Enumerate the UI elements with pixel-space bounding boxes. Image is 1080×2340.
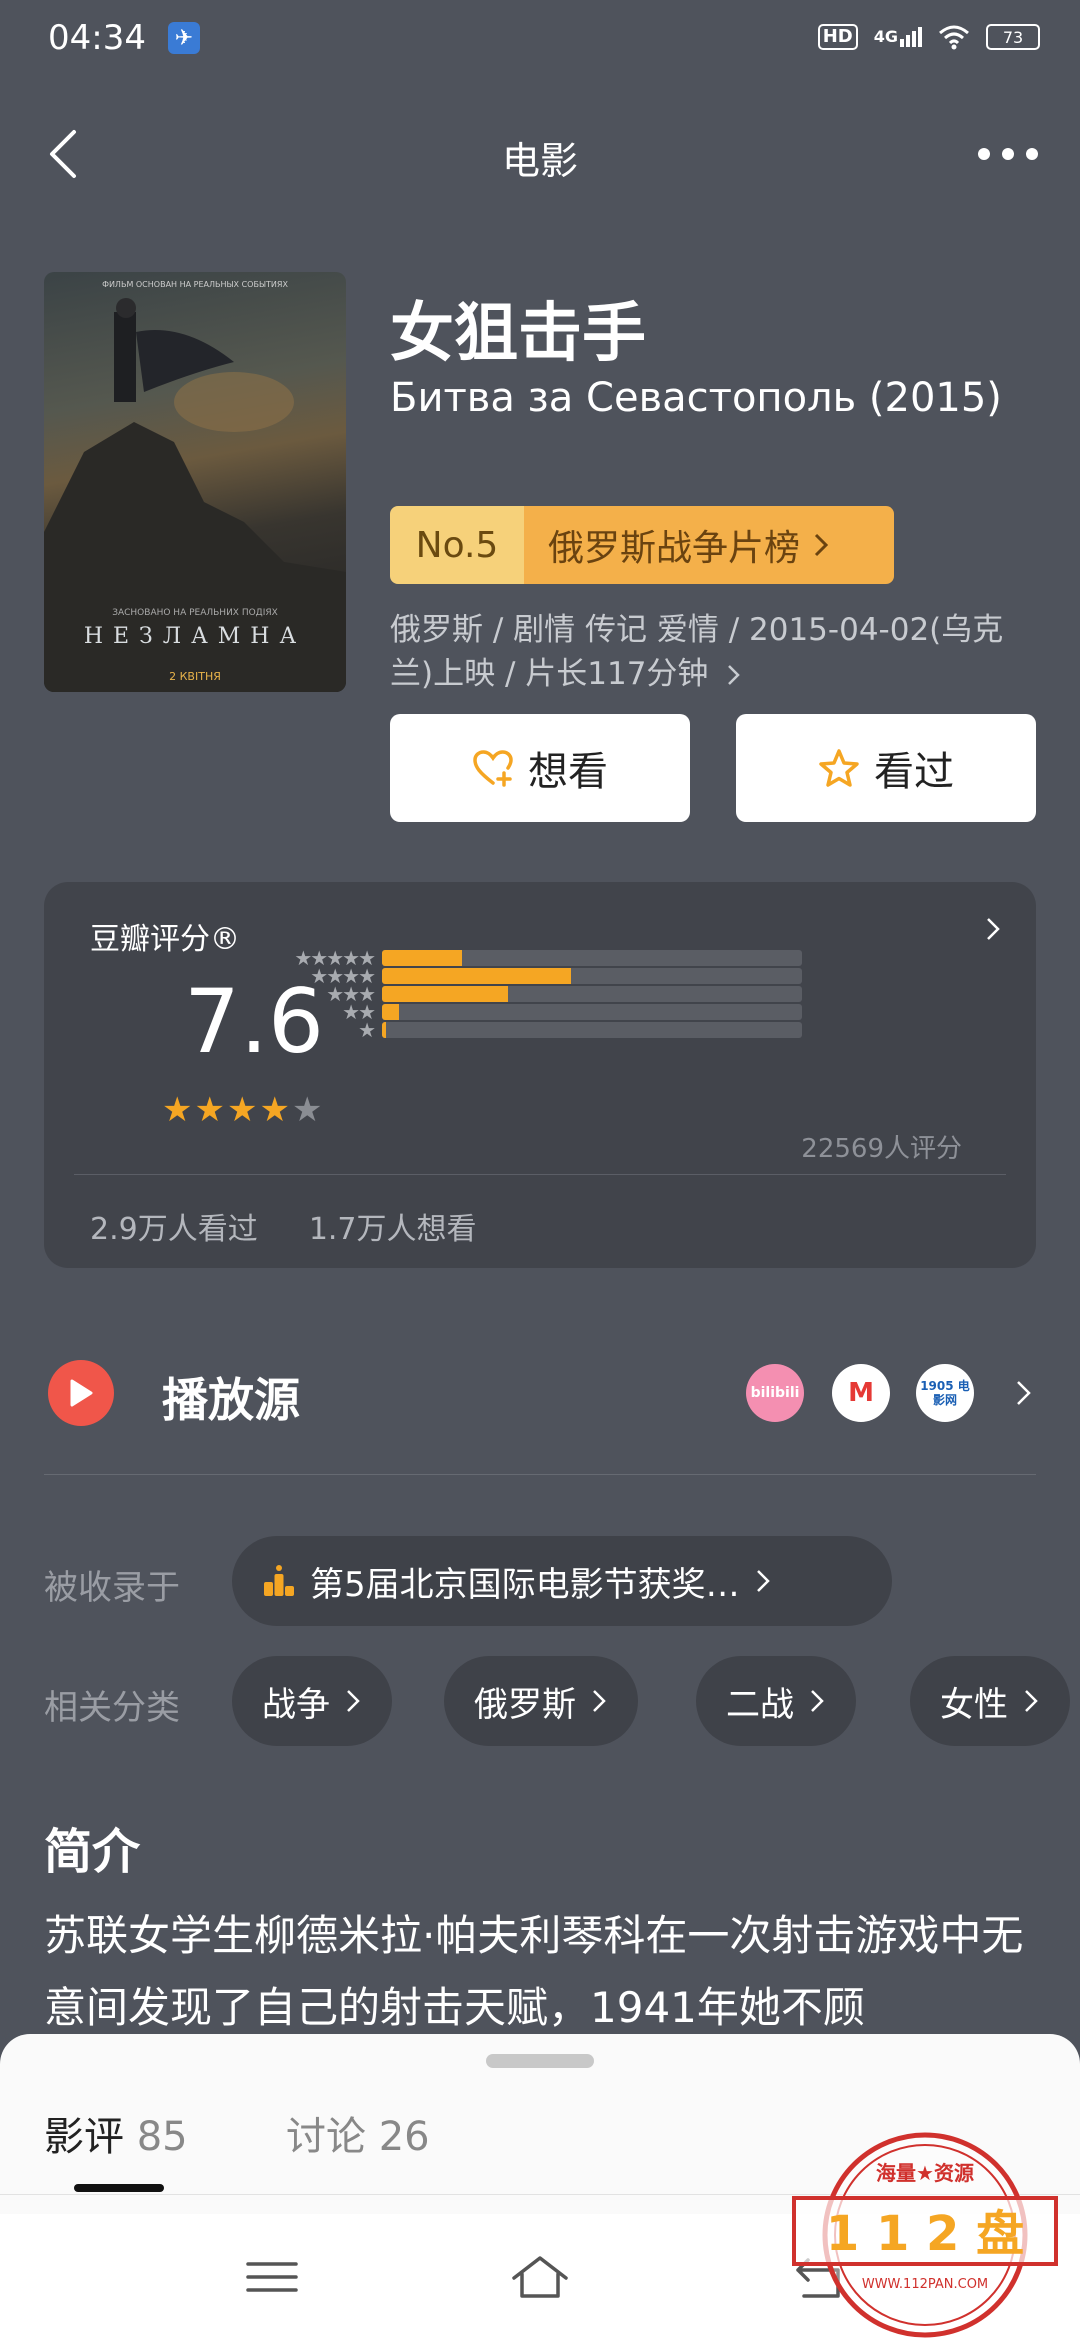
- poster-tagline: ФИЛЬМ ОСНОВАН НА РЕАЛЬНЫХ СОБЫТИЯХ: [102, 280, 288, 289]
- star-filled-icon: ★: [194, 1090, 225, 1130]
- home-icon[interactable]: [510, 2252, 570, 2302]
- distribution-track: [382, 950, 802, 966]
- watched-count: 2.9万人看过: [90, 1212, 258, 1247]
- play-icon: [48, 1360, 114, 1426]
- section-divider: [44, 1474, 1036, 1475]
- chevron-right-icon: [987, 918, 1000, 940]
- wanted-count: 1.7万人想看: [308, 1212, 477, 1247]
- chevron-right-icon[interactable]: [1010, 1378, 1036, 1408]
- chevron-right-icon: [811, 1690, 824, 1712]
- ranking-podium-icon: [264, 1565, 294, 1596]
- poster-subtitle: ЗАСНОВАНО НА РЕАЛЬНИХ ПОДІЯХ: [112, 608, 278, 618]
- signal-icon: 4G: [874, 27, 922, 47]
- 1905-movie-icon[interactable]: 1905 电影网: [916, 1364, 974, 1422]
- tag-pill-women[interactable]: 女性: [910, 1656, 1070, 1746]
- tab-underline: [74, 2184, 164, 2192]
- movie-meta-text: 俄罗斯 / 剧情 传记 爱情 / 2015-04-02(乌克兰)上映 / 片长1…: [390, 612, 1004, 692]
- status-time: 04:34: [48, 18, 146, 58]
- star-empty-icon: ★: [291, 1090, 323, 1130]
- play-source-label: 播放源: [162, 1373, 300, 1427]
- rating-count: 22569人评分: [801, 1134, 962, 1164]
- distribution-track: [382, 968, 802, 984]
- rating-divider: [74, 1174, 1006, 1175]
- battery-icon: 73: [986, 24, 1040, 50]
- tag-label: 俄罗斯: [474, 1684, 576, 1725]
- want-to-watch-label: 想看: [528, 749, 608, 795]
- distribution-bar: [382, 950, 462, 966]
- wifi-icon: [939, 25, 969, 50]
- rank-list-name: 俄罗斯战争片榜: [524, 506, 894, 584]
- watched-button[interactable]: 看过: [736, 714, 1036, 822]
- menu-icon[interactable]: [242, 2252, 302, 2302]
- collected-in-label: 被收录于: [44, 1568, 180, 1608]
- watched-label: 看过: [874, 749, 954, 795]
- distribution-bar: [382, 986, 508, 1002]
- rating-card[interactable]: 豆瓣评分® 7.6 ★ ★ ★ ★ ★ ★★★★★ ★★★★ ★★★ ★★ ★ 22569人评分…: [44, 882, 1036, 1268]
- douban-rating-label: 豆瓣评分®: [90, 922, 240, 957]
- notification-app-icon: ✈: [168, 22, 200, 54]
- tab-reviews-label: 影评: [44, 2114, 124, 2160]
- bilibili-icon[interactable]: bilibili: [746, 1364, 804, 1422]
- star-filled-icon: ★: [162, 1090, 193, 1130]
- poster-title: НЕЗЛАМНА: [83, 624, 307, 649]
- award-name: 第5届北京国际电影节获奖…: [310, 1564, 740, 1605]
- tab-discussion-count: 26: [378, 2114, 430, 2160]
- distribution-stars: ★: [358, 1018, 376, 1042]
- chevron-right-icon: [756, 1570, 770, 1592]
- distribution-bar: [382, 1022, 387, 1038]
- status-indicators: HD 4G 73: [817, 24, 1040, 50]
- synopsis-text[interactable]: 苏联女学生柳德米拉·帕夫利琴科在一次射击游戏中无意间发现了自己的射击天赋，194…: [44, 1900, 1044, 2044]
- chevron-right-icon: [728, 665, 741, 685]
- distribution-track: [382, 986, 802, 1002]
- rating-stars: ★ ★ ★ ★ ★: [162, 1090, 322, 1130]
- tag-label: 二战: [726, 1684, 794, 1725]
- watermark-main: 1 1 2 盘: [826, 2206, 1024, 2262]
- movie-meta[interactable]: 俄罗斯 / 剧情 传记 爱情 / 2015-04-02(乌克兰)上映 / 片长1…: [390, 608, 1040, 696]
- movie-title: 女狙击手: [390, 297, 646, 371]
- more-options-icon[interactable]: [976, 142, 1040, 166]
- rank-list-label: 俄罗斯战争片榜: [548, 528, 801, 569]
- want-to-watch-button[interactable]: 想看: [390, 714, 690, 822]
- hd-badge: HD: [817, 24, 858, 50]
- tag-pill-war[interactable]: 战争: [232, 1656, 392, 1746]
- star-filled-icon: ★: [259, 1090, 290, 1130]
- tab-reviews[interactable]: 影评 85: [44, 2104, 188, 2162]
- distribution-track: [382, 1004, 802, 1020]
- watermark-top: 海量★资源: [876, 2161, 974, 2185]
- rank-number: No.5: [390, 506, 524, 584]
- rank-badge[interactable]: No.5 俄罗斯战争片榜: [390, 506, 894, 584]
- tag-pill-russia[interactable]: 俄罗斯: [444, 1656, 638, 1746]
- star-outline-icon: [819, 749, 859, 787]
- watch-stats: 2.9万人看过 1.7万人想看: [90, 1204, 477, 1248]
- chevron-right-icon: [347, 1690, 360, 1712]
- distribution-bar: [382, 968, 571, 984]
- chevron-right-icon: [593, 1690, 606, 1712]
- tag-pill-ww2[interactable]: 二战: [696, 1656, 856, 1746]
- tag-label: 战争: [262, 1684, 330, 1725]
- star-filled-icon: ★: [226, 1090, 258, 1130]
- network-type: 4G: [873, 27, 898, 46]
- tab-reviews-count: 85: [136, 2114, 188, 2160]
- rating-distribution-row: ★: [264, 1018, 802, 1042]
- watermark-url: WWW.112PAN.COM: [862, 2277, 988, 2292]
- heart-add-icon: [473, 750, 513, 787]
- award-pill[interactable]: 第5届北京国际电影节获奖…: [232, 1536, 892, 1626]
- chevron-right-icon: [1025, 1690, 1038, 1712]
- movie-poster[interactable]: ФИЛЬМ ОСНОВАН НА РЕАЛЬНЫХ СОБЫТИЯХ ЗАСНО…: [44, 272, 346, 692]
- watermark-stamp: 海量★资源 1 1 2 盘 WWW.112PAN.COM: [792, 2132, 1058, 2338]
- sheet-drag-handle[interactable]: [486, 2054, 594, 2068]
- mango-tv-icon[interactable]: M: [832, 1364, 890, 1422]
- page-title: 电影: [501, 139, 578, 183]
- related-categories-label: 相关分类: [44, 1688, 180, 1728]
- distribution-track: [382, 1022, 802, 1038]
- tab-discussion[interactable]: 讨论 26: [286, 2104, 430, 2162]
- chevron-right-icon: [814, 533, 829, 557]
- tab-discussion-label: 讨论: [286, 2114, 366, 2160]
- poster-release-date: 2 КВІТНЯ: [169, 670, 221, 683]
- distribution-bar: [382, 1004, 399, 1020]
- synopsis-title: 简介: [44, 1824, 141, 1880]
- movie-original-title: Битва за Севастополь (2015): [390, 375, 1002, 421]
- tag-label: 女性: [940, 1684, 1008, 1725]
